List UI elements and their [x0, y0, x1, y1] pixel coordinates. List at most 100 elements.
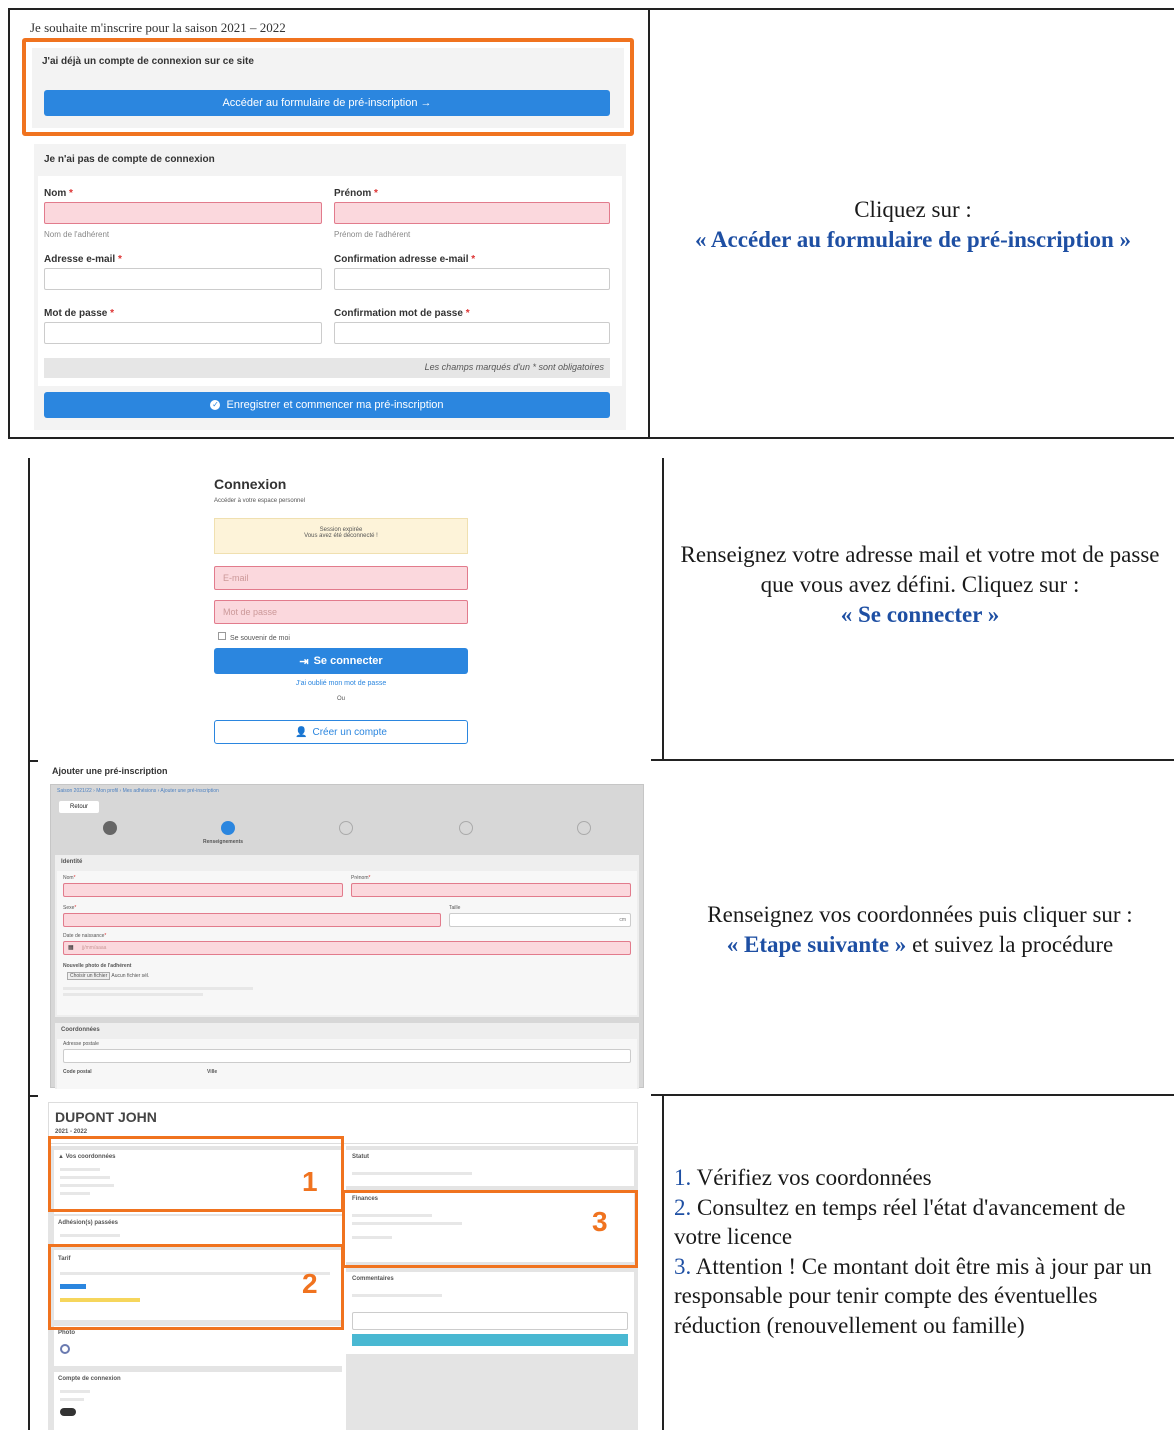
password-confirm-input[interactable]: [334, 322, 610, 344]
register-button-label: Enregistrer et commencer ma pré-inscript…: [226, 399, 444, 411]
season-title: Je souhaite m'inscrire pour la saison 20…: [30, 20, 286, 35]
comments-input[interactable]: [352, 1312, 628, 1330]
instruction-3-link: « Etape suivante »: [726, 932, 907, 957]
photo-card: Photo: [54, 1326, 342, 1366]
back-button[interactable]: Retour: [59, 801, 99, 813]
photo-status: Aucun fichier sél.: [111, 973, 150, 979]
marker-1: 1: [302, 1166, 318, 1197]
nom-hint: Nom de l'adhérent: [44, 230, 110, 239]
nom-input[interactable]: [44, 202, 322, 224]
prereg-sexe-select[interactable]: [63, 913, 441, 927]
instruction-2-text: Renseignez votre adresse mail et votre m…: [680, 542, 1160, 597]
login-panel: Connexion Accéder à votre espace personn…: [210, 472, 472, 752]
status-card: Statut: [346, 1150, 634, 1186]
password-input[interactable]: [44, 322, 322, 344]
instruction-4: 1. Vérifiez vos coordonnées 2. Consultez…: [674, 1163, 1170, 1340]
login-email-input[interactable]: E-mail: [214, 566, 468, 590]
or-separator: Ou: [336, 696, 345, 702]
step-1[interactable]: [103, 821, 117, 835]
item-1-number: 1.: [674, 1165, 692, 1190]
identity-body: Nom* Prénom* Sexe* Taille cm Date de nai…: [57, 871, 637, 1015]
photo-upload[interactable]: Choisir un fichier Aucun fichier sél.: [67, 972, 150, 980]
contact-body: Adresse postale Code postal Ville: [57, 1039, 637, 1089]
instruction-4-item-3: 3. Attention ! Ce montant doit être mis …: [674, 1252, 1170, 1341]
remember-me[interactable]: Se souvenir de moi: [218, 632, 290, 642]
required-note-bar: Les champs marqués d'un * sont obligatoi…: [44, 358, 610, 378]
instruction-4-item-1: 1. Vérifiez vos coordonnées: [674, 1163, 1170, 1193]
account-card: Compte de connexion: [54, 1372, 342, 1430]
login-password-placeholder: Mot de passe: [223, 607, 278, 617]
prereg-taille-label: Taille: [449, 905, 461, 911]
item-1-text: Vérifiez vos coordonnées: [696, 1165, 932, 1190]
table-border: [651, 759, 1174, 761]
email-input[interactable]: [44, 268, 322, 290]
prereg-prenom-input[interactable]: [351, 883, 631, 897]
instruction-1: Cliquez sur : « Accéder au formulaire de…: [652, 195, 1174, 255]
check-circle-icon: ✓: [210, 400, 221, 410]
table-border: [648, 8, 650, 438]
password-confirm-label: Confirmation mot de passe *: [334, 308, 470, 319]
highlight-2: [48, 1244, 344, 1330]
instruction-1-link: « Accéder au formulaire de pré-inscripti…: [694, 227, 1132, 252]
step-3[interactable]: [339, 821, 353, 835]
prenom-label: Prénom *: [334, 188, 378, 199]
address-input[interactable]: [63, 1049, 631, 1063]
birth-placeholder: jj/mm/aaaa: [82, 945, 107, 951]
forgot-password-link[interactable]: J'ai oublié mon mot de passe: [210, 680, 472, 687]
instruction-3-text: Renseignez vos coordonnées puis cliquer …: [707, 902, 1133, 927]
photo-hint-1: [63, 987, 253, 990]
connect-button[interactable]: ⇥ Se connecter: [214, 648, 468, 674]
session-alert: Session expirée Vous avez été déconnecté…: [214, 518, 468, 554]
prereg-nom-label: Nom*: [63, 875, 76, 881]
prereg-sexe-label: Sexe*: [63, 905, 77, 911]
create-account-button[interactable]: 👤 Créer un compte: [214, 720, 468, 744]
prereg-birth-input[interactable]: ▦ jj/mm/aaaa: [63, 941, 631, 955]
comments-submit-button[interactable]: [352, 1334, 628, 1346]
login-title: Connexion: [214, 476, 287, 492]
prereg-nom-input[interactable]: [63, 883, 343, 897]
marker-2: 2: [302, 1268, 318, 1299]
register-button[interactable]: ✓ Enregistrer et commencer ma pré-inscri…: [44, 392, 610, 418]
photo-avatar: [60, 1344, 70, 1354]
table-border: [662, 458, 664, 760]
member-dashboard: DUPONT JOHN 2021 - 2022 ▲ Vos coordonnée…: [44, 1098, 650, 1430]
prereg-birth-label: Date de naissance*: [63, 933, 107, 939]
access-form-button[interactable]: Accéder au formulaire de pré-inscription…: [44, 90, 610, 116]
right-column: Statut Finances Commentaires: [346, 1146, 638, 1430]
connect-button-label: Se connecter: [313, 655, 383, 667]
prenom-hint: Prénom de l'adhérent: [334, 230, 411, 239]
prenom-input[interactable]: [334, 202, 610, 224]
instruction-4-item-2: 2. Consultez en temps réel l'état d'avan…: [674, 1193, 1170, 1252]
instruction-3-rest: et suivez la procédure: [912, 932, 1114, 957]
calendar-icon: ▦: [68, 945, 74, 951]
add-user-icon: 👤: [295, 726, 308, 738]
status-line: [352, 1172, 472, 1175]
status-heading: Statut: [352, 1154, 369, 1160]
no-account-card: Je n'ai pas de compte de connexion Nom *…: [34, 144, 626, 430]
step-5[interactable]: [577, 821, 591, 835]
table-border: [651, 1094, 1174, 1096]
login-password-input[interactable]: Mot de passe: [214, 600, 468, 624]
contact-card: Coordonnées Adresse postale Code postal …: [55, 1023, 639, 1089]
prereg-prenom-label: Prénom*: [351, 875, 371, 881]
existing-account-heading: J'ai déjà un compte de connexion sur ce …: [42, 56, 254, 67]
comments-card: Commentaires: [346, 1272, 634, 1354]
taille-unit: cm: [619, 917, 626, 923]
breadcrumb[interactable]: Saison 2021/22 › Mon profil › Mes adhési…: [57, 788, 219, 794]
prereg-taille-input[interactable]: cm: [449, 913, 631, 927]
table-border: [8, 8, 1174, 10]
photo-button[interactable]: Choisir un fichier: [67, 972, 111, 980]
password-label: Mot de passe *: [44, 308, 115, 319]
photo-heading: Photo: [58, 1330, 75, 1336]
member-name: DUPONT JOHN: [55, 1109, 157, 1125]
item-3-text: Attention ! Ce montant doit être mis à j…: [674, 1253, 1152, 1338]
history-line: [60, 1234, 120, 1237]
email-confirm-input[interactable]: [334, 268, 610, 290]
instruction-1-text: Cliquez sur :: [854, 197, 972, 222]
step-4[interactable]: [459, 821, 473, 835]
member-season: 2021 - 2022: [55, 1129, 88, 1135]
checkbox[interactable]: [218, 632, 226, 640]
email-label: Adresse e-mail *: [44, 254, 122, 265]
step-2-active[interactable]: [221, 821, 235, 835]
preregistration-panel: Ajouter une pré-inscription Saison 2021/…: [44, 762, 650, 1090]
